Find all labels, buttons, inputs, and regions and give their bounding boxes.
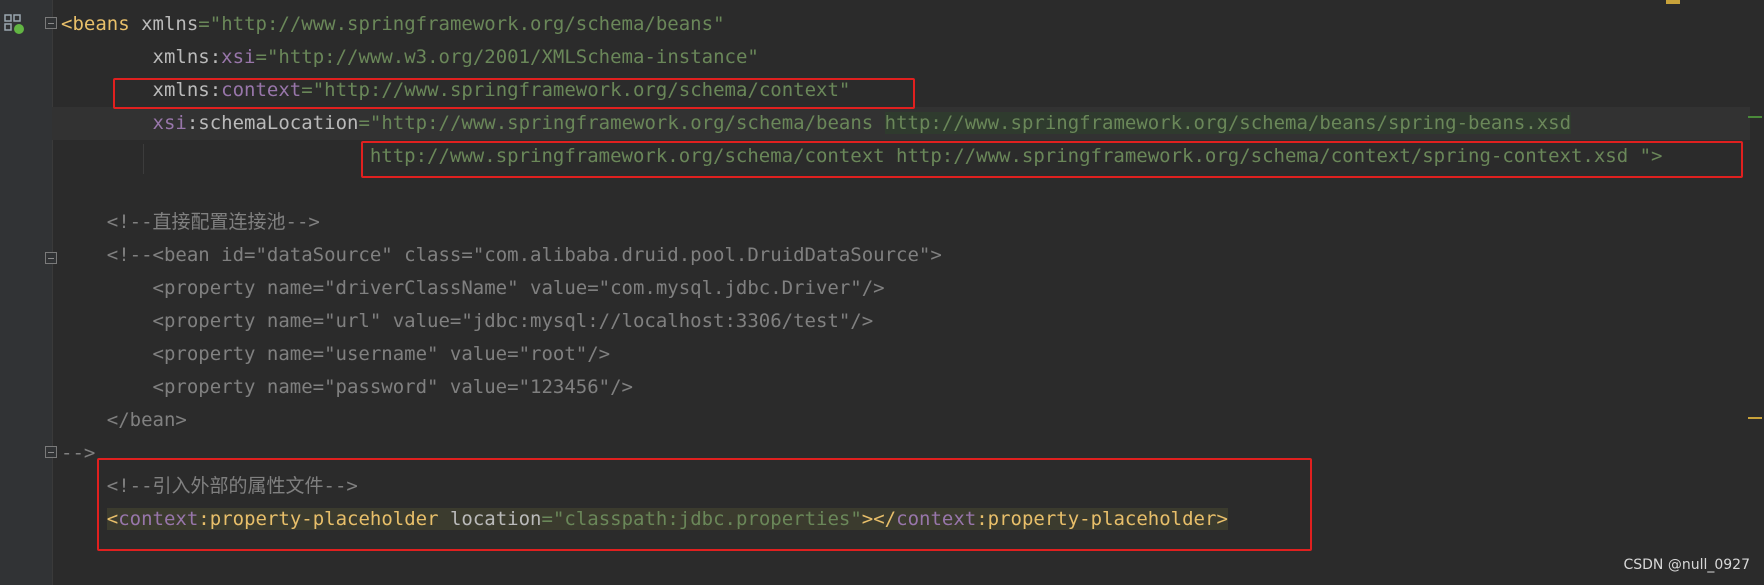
scroll-marker-yellow — [1748, 417, 1762, 419]
code-line-12[interactable]: </bean> — [61, 404, 187, 437]
code-line-10[interactable]: <property name="username" value="root"/> — [61, 338, 611, 371]
code-line-2[interactable]: xmlns:xsi="http://www.w3.org/2001/XMLSch… — [61, 41, 759, 74]
warning-icon[interactable] — [1666, 0, 1680, 4]
code-line-11[interactable]: <property name="password" value="123456"… — [61, 371, 633, 404]
scroll-marker-green — [1748, 116, 1762, 118]
highlight-box-context-schema — [361, 141, 1743, 178]
highlight-box-property-placeholder — [97, 458, 1312, 551]
code-line-6[interactable]: <!--直接配置连接池--> — [61, 206, 320, 239]
fold-marker-icon[interactable] — [45, 446, 57, 458]
bean-config-icon[interactable] — [4, 14, 26, 36]
editor-gutter — [0, 0, 53, 585]
fold-marker-icon[interactable] — [45, 252, 57, 264]
code-line-7[interactable]: <!--<bean id="dataSource" class="com.ali… — [61, 239, 942, 272]
highlight-box-context-namespace — [113, 78, 915, 109]
code-line-1[interactable]: <beans xmlns="http://www.springframework… — [61, 8, 725, 41]
code-line-4[interactable]: xsi:schemaLocation="http://www.springfra… — [61, 107, 1572, 140]
editor-scrollbar[interactable] — [1750, 0, 1764, 585]
code-line-9[interactable]: <property name="url" value="jdbc:mysql:/… — [61, 305, 874, 338]
code-line-13[interactable]: --> — [61, 437, 95, 470]
watermark: CSDN @null_0927 — [1623, 557, 1750, 573]
code-line-8[interactable]: <property name="driverClassName" value="… — [61, 272, 885, 305]
fold-marker-icon[interactable] — [45, 17, 57, 29]
